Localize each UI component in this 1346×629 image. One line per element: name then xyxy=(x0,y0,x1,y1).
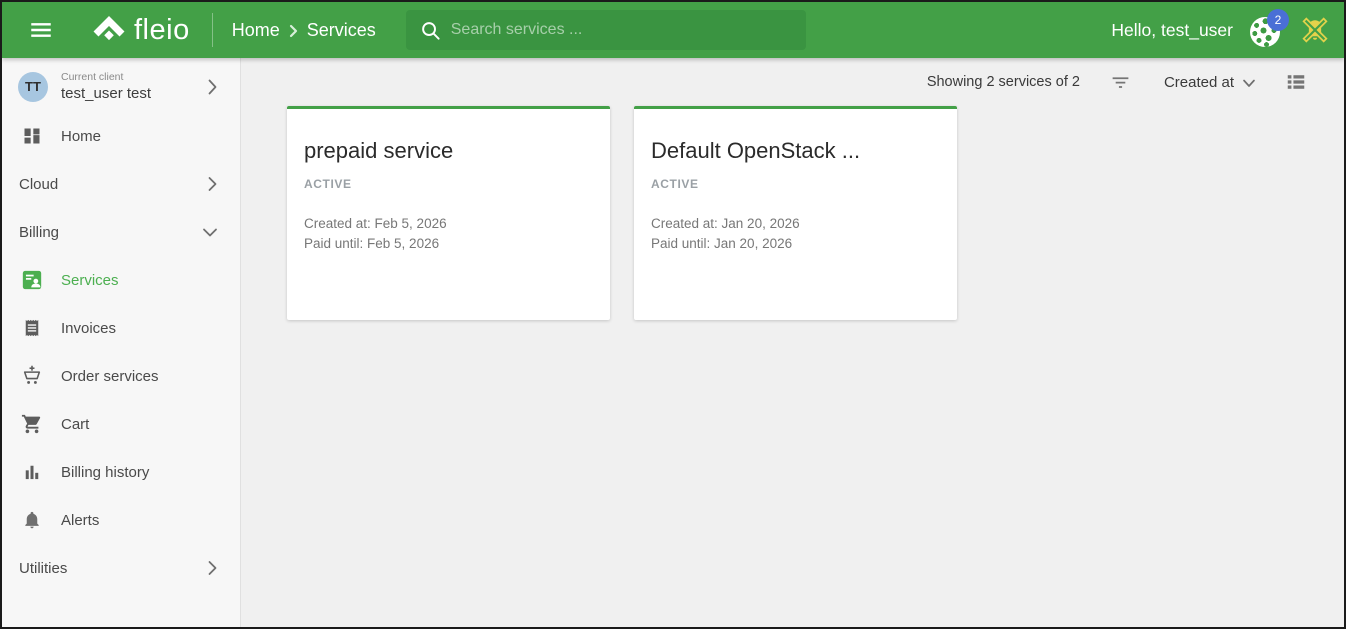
filter-icon[interactable] xyxy=(1110,72,1131,93)
service-paid-until: Paid until: Feb 5, 2026 xyxy=(304,234,593,254)
sidebar-group-utilities[interactable]: Utilities xyxy=(2,544,240,592)
sidebar-item-home[interactable]: Home xyxy=(2,112,240,160)
service-created-at: Created at: Feb 5, 2026 xyxy=(304,214,593,234)
search-bar[interactable] xyxy=(406,10,806,50)
service-title: prepaid service xyxy=(304,138,593,164)
sidebar-item-cart[interactable]: Cart xyxy=(2,400,240,448)
sidebar-group-billing[interactable]: Billing xyxy=(2,208,240,256)
services-icon xyxy=(20,269,44,291)
sidebar-item-label: Services xyxy=(61,272,119,289)
top-header: fleio Home Services Hello, test_user 2 xyxy=(2,2,1344,58)
search-input[interactable] xyxy=(451,21,806,39)
hamburger-icon xyxy=(28,17,54,43)
user-greeting[interactable]: Hello, test_user xyxy=(1111,20,1233,41)
service-card-openstack[interactable]: Default OpenStack ... ACTIVE Created at:… xyxy=(634,106,957,320)
receipt-icon xyxy=(20,317,44,339)
sidebar-item-label: Billing history xyxy=(61,464,149,481)
list-view-icon[interactable] xyxy=(1285,71,1307,93)
sidebar-item-label: Cart xyxy=(61,416,89,433)
cart-plus-icon xyxy=(20,365,44,387)
chevron-right-icon xyxy=(207,78,218,96)
sidebar-item-order-services[interactable]: Order services xyxy=(2,352,240,400)
cart-icon xyxy=(20,413,44,435)
sidebar-item-invoices[interactable]: Invoices xyxy=(2,304,240,352)
brand-name: fleio xyxy=(134,16,190,45)
sidebar-group-cloud[interactable]: Cloud xyxy=(2,160,240,208)
chevron-right-icon xyxy=(207,560,218,576)
service-created-at: Created at: Jan 20, 2026 xyxy=(651,214,940,234)
status-badge: ACTIVE xyxy=(304,177,593,191)
notification-badge: 2 xyxy=(1267,9,1289,31)
sidebar-item-alerts[interactable]: Alerts xyxy=(2,496,240,544)
dashboard-icon xyxy=(20,126,44,146)
client-caption: Current client xyxy=(61,71,207,83)
notifications-off-icon[interactable] xyxy=(1300,15,1330,45)
app-window: fleio Home Services Hello, test_user 2 xyxy=(0,0,1346,629)
current-client-selector[interactable]: TT Current client test_user test xyxy=(2,58,240,112)
bell-icon xyxy=(20,509,44,531)
chevron-down-icon xyxy=(202,227,218,238)
client-name: test_user test xyxy=(61,85,207,102)
fleio-logo-mark xyxy=(92,15,126,46)
header-divider xyxy=(212,13,213,47)
service-card-grid: prepaid service ACTIVE Created at: Feb 5… xyxy=(287,106,1344,320)
sort-label: Created at xyxy=(1164,74,1234,91)
service-paid-until: Paid until: Jan 20, 2026 xyxy=(651,234,940,254)
sidebar-item-billing-history[interactable]: Billing history xyxy=(2,448,240,496)
sidebar-item-label: Order services xyxy=(61,368,159,385)
menu-icon[interactable] xyxy=(28,17,54,43)
sidebar-item-label: Alerts xyxy=(61,512,99,529)
service-title: Default OpenStack ... xyxy=(651,138,940,164)
sidebar-group-label: Billing xyxy=(19,224,59,241)
breadcrumb-chevron-icon xyxy=(289,24,298,38)
sidebar: TT Current client test_user test Home Cl… xyxy=(2,58,241,627)
user-avatar[interactable]: 2 xyxy=(1250,12,1286,48)
sort-dropdown[interactable]: Created at xyxy=(1164,74,1256,91)
service-card-prepaid[interactable]: prepaid service ACTIVE Created at: Feb 5… xyxy=(287,106,610,320)
client-avatar: TT xyxy=(18,72,48,102)
fleio-logo[interactable]: fleio xyxy=(92,15,190,46)
bar-chart-icon xyxy=(20,462,44,482)
main-content: Showing 2 services of 2 Created at xyxy=(241,58,1344,627)
search-icon xyxy=(419,19,442,42)
results-count: Showing 2 services of 2 xyxy=(927,74,1080,90)
sidebar-item-services[interactable]: Services xyxy=(2,256,240,304)
breadcrumb: Home Services xyxy=(232,20,376,41)
breadcrumb-home[interactable]: Home xyxy=(232,20,280,41)
chevron-down-icon xyxy=(1242,79,1256,88)
chevron-right-icon xyxy=(207,176,218,192)
status-badge: ACTIVE xyxy=(651,177,940,191)
sidebar-item-label: Home xyxy=(61,128,101,145)
sidebar-item-label: Invoices xyxy=(61,320,116,337)
services-toolbar: Showing 2 services of 2 Created at xyxy=(241,58,1344,106)
sidebar-group-label: Utilities xyxy=(19,560,67,577)
sidebar-group-label: Cloud xyxy=(19,176,58,193)
breadcrumb-current: Services xyxy=(307,20,376,41)
